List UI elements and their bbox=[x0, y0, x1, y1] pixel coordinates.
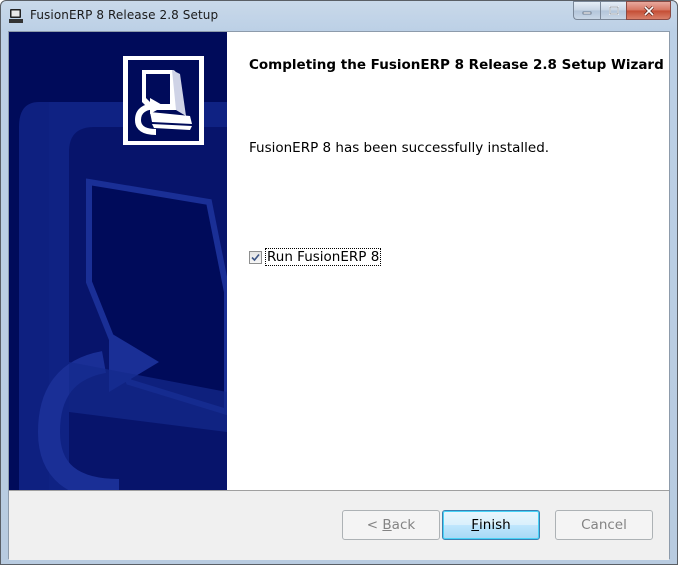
computer-setup-icon[interactable] bbox=[8, 8, 24, 24]
minimize-icon bbox=[582, 11, 592, 14]
wizard-content: Completing the FusionERP 8 Release 2.8 S… bbox=[227, 32, 669, 490]
close-button[interactable] bbox=[626, 1, 671, 20]
installer-computer-icon bbox=[128, 60, 199, 141]
wizard-footer: < Back Finish Cancel bbox=[9, 491, 669, 560]
maximize-button[interactable] bbox=[600, 1, 626, 20]
install-success-message: FusionERP 8 has been successfully instal… bbox=[249, 140, 550, 156]
checkbox-box[interactable] bbox=[249, 250, 262, 264]
minimize-button[interactable] bbox=[573, 1, 600, 20]
cancel-button[interactable]: Cancel bbox=[555, 510, 653, 540]
checkmark-icon bbox=[251, 253, 260, 261]
back-label-accel: B bbox=[382, 517, 392, 533]
title-bar[interactable]: FusionERP 8 Release 2.8 Setup bbox=[1, 1, 677, 31]
back-button[interactable]: < Back bbox=[342, 510, 440, 540]
back-label-rest: ack bbox=[391, 517, 416, 533]
wizard-heading: Completing the FusionERP 8 Release 2.8 S… bbox=[249, 57, 664, 73]
finish-button[interactable]: Finish bbox=[442, 510, 540, 540]
finish-label-rest: inish bbox=[479, 517, 511, 533]
wizard-side-banner bbox=[9, 32, 227, 490]
caption-buttons bbox=[573, 1, 671, 20]
run-app-label[interactable]: Run FusionERP 8 bbox=[265, 248, 382, 266]
run-app-checkbox[interactable]: Run FusionERP 8 bbox=[249, 248, 382, 266]
close-icon bbox=[643, 5, 654, 16]
cancel-label: Cancel bbox=[581, 517, 627, 533]
installer-logo bbox=[123, 56, 204, 145]
maximize-icon bbox=[608, 6, 619, 15]
wizard-client-area: Completing the FusionERP 8 Release 2.8 S… bbox=[8, 31, 670, 560]
window-title: FusionERP 8 Release 2.8 Setup bbox=[30, 8, 219, 22]
back-label-prefix: < bbox=[366, 517, 383, 533]
setup-window: FusionERP 8 Release 2.8 Setup Completing… bbox=[0, 0, 678, 565]
finish-label-accel: F bbox=[471, 517, 480, 533]
